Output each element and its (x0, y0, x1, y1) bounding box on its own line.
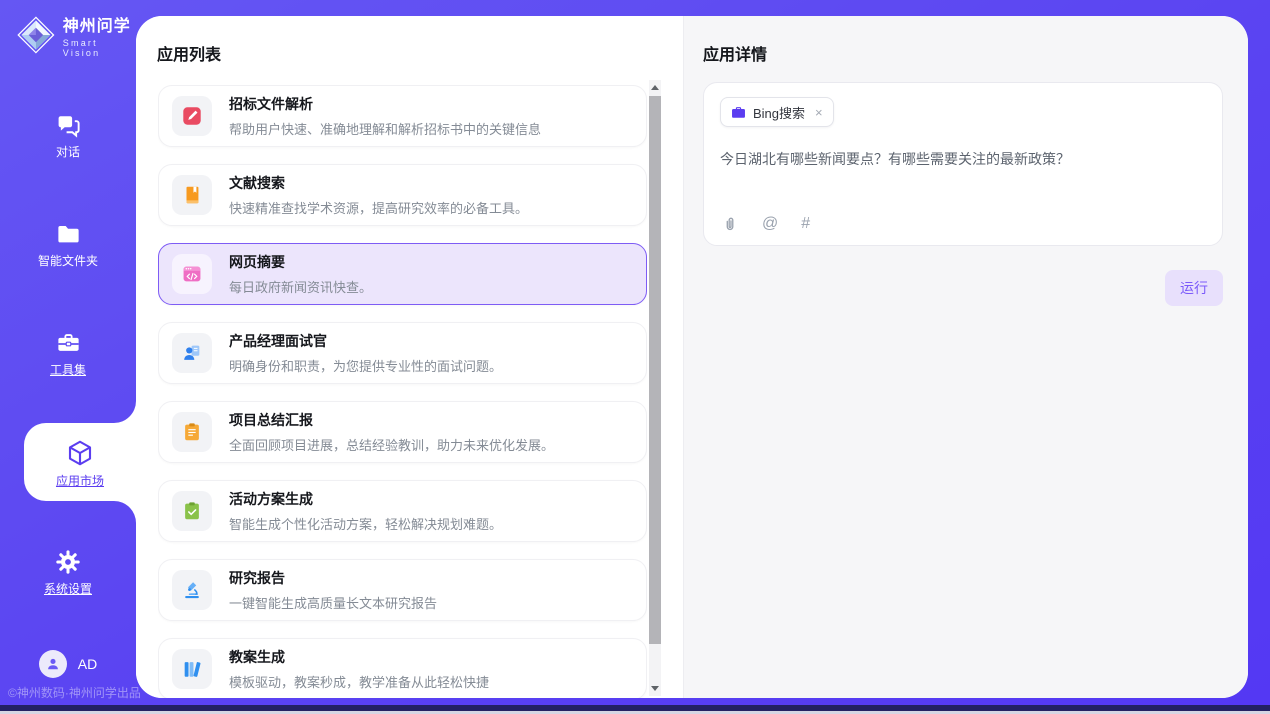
brand-name: 神州问学 (63, 12, 136, 36)
app-card-desc: 明确身份和职责，为您提供专业性的面试问题。 (229, 356, 502, 375)
app-card-title: 研究报告 (229, 568, 437, 588)
app-card-event-plan[interactable]: 活动方案生成 智能生成个性化活动方案，轻松解决规划难题。 (158, 480, 647, 542)
app-card-title: 招标文件解析 (229, 94, 541, 114)
tool-chip-label: Bing搜索 (753, 103, 805, 122)
app-card-list: 招标文件解析 帮助用户快速、准确地理解和解析招标书中的关键信息 文献搜索 (158, 85, 647, 698)
clipboard-icon (181, 421, 203, 443)
app-card-literature-search[interactable]: 文献搜索 快速精准查找学术资源，提高研究效率的必备工具。 (158, 164, 647, 226)
brand-logo: 神州问学 Smart Vision (0, 0, 136, 58)
user-initials: AD (78, 656, 97, 672)
sidebar-item-settings[interactable]: 系统设置 (0, 546, 136, 596)
app-card-research-report[interactable]: 研究报告 一键智能生成高质量长文本研究报告 (158, 559, 647, 621)
prompt-card[interactable]: Bing搜索 × 今日湖北有哪些新闻要点？有哪些需要关注的最新政策？ @ # (703, 82, 1223, 246)
cube-icon (65, 438, 95, 468)
folder-icon (55, 221, 82, 248)
brand-subtitle: Smart Vision (63, 38, 136, 58)
toolbox-icon (55, 330, 82, 357)
books-icon (181, 658, 203, 680)
copyright-text: ©神州数码·神州问学出品 (8, 684, 141, 701)
user-profile[interactable]: AD (0, 650, 136, 678)
app-detail-title: 应用详情 (703, 41, 1248, 65)
app-detail-panel: 应用详情 Bing搜索 × 今日湖北有哪些新闻要点？有哪些需要关注的最新政策？ … (683, 16, 1248, 698)
app-card-title: 网页摘要 (229, 252, 372, 272)
briefcase-icon (731, 105, 746, 120)
sidebar-item-label: 应用市场 (56, 475, 104, 487)
app-card-title: 活动方案生成 (229, 489, 502, 509)
avatar (39, 650, 67, 678)
chip-close-icon[interactable]: × (815, 105, 823, 120)
mention-icon[interactable]: @ (762, 216, 778, 232)
prompt-toolbar: @ # (722, 215, 810, 232)
app-card-desc: 智能生成个性化活动方案，轻松解决规划难题。 (229, 514, 502, 533)
app-card-desc: 一键智能生成高质量长文本研究报告 (229, 593, 437, 612)
sidebar-nav: 对话 智能文件夹 工具集 (0, 110, 136, 596)
run-button[interactable]: 运行 (1165, 270, 1223, 306)
paperclip-icon[interactable] (722, 215, 739, 232)
app-list-panel: 应用列表 招标文件解析 帮助用户快速、准确地理解和解析招标书中的关键信息 (136, 16, 683, 698)
tool-chip-bing-search[interactable]: Bing搜索 × (720, 97, 834, 127)
app-card-web-summary[interactable]: 网页摘要 每日政府新闻资讯快查。 (158, 243, 647, 305)
sidebar-item-label: 智能文件夹 (38, 255, 98, 267)
clipboard-check-icon (181, 500, 203, 522)
app-card-project-summary[interactable]: 项目总结汇报 全面回顾项目进展，总结经验教训，助力未来优化发展。 (158, 401, 647, 463)
app-list-title: 应用列表 (157, 41, 683, 65)
tab-curve-bottom (114, 501, 136, 523)
tab-curve-top (114, 401, 136, 423)
browser-code-icon (181, 263, 203, 285)
sidebar: 神州问学 Smart Vision 对话 智能文件夹 (0, 0, 136, 714)
scroll-down-button[interactable] (649, 681, 661, 696)
sidebar-item-label: 对话 (56, 146, 80, 158)
scrollbar-thumb[interactable] (649, 96, 661, 644)
app-card-title: 文献搜索 (229, 173, 528, 193)
hash-icon[interactable]: # (801, 216, 810, 232)
person-icon (44, 655, 62, 673)
sidebar-item-chat[interactable]: 对话 (0, 110, 136, 160)
prompt-text[interactable]: 今日湖北有哪些新闻要点？有哪些需要关注的最新政策？ (720, 149, 1206, 170)
app-card-desc: 帮助用户快速、准确地理解和解析招标书中的关键信息 (229, 119, 541, 138)
book-icon (181, 184, 203, 206)
brand-diamond-icon (16, 14, 56, 56)
app-card-title: 教案生成 (229, 647, 489, 667)
sidebar-item-label: 工具集 (50, 364, 86, 376)
sidebar-item-toolset[interactable]: 工具集 (0, 328, 136, 378)
microscope-icon (181, 579, 203, 601)
app-card-title: 产品经理面试官 (229, 331, 502, 351)
app-card-desc: 快速精准查找学术资源，提高研究效率的必备工具。 (229, 198, 528, 217)
app-card-bid-parse[interactable]: 招标文件解析 帮助用户快速、准确地理解和解析招标书中的关键信息 (158, 85, 647, 147)
interviewer-icon (181, 342, 203, 364)
main-content: 应用列表 招标文件解析 帮助用户快速、准确地理解和解析招标书中的关键信息 (136, 16, 1248, 698)
gear-icon (54, 548, 82, 576)
app-card-desc: 模板驱动，教案秒成，教学准备从此轻松快捷 (229, 672, 489, 691)
app-card-lesson-plan[interactable]: 教案生成 模板驱动，教案秒成，教学准备从此轻松快捷 (158, 638, 647, 698)
triangle-up-icon (651, 85, 659, 90)
doc-edit-icon (181, 105, 203, 127)
scrollbar[interactable] (649, 80, 661, 696)
chat-icon (55, 112, 82, 139)
app-card-desc: 全面回顾项目进展，总结经验教训，助力未来优化发展。 (229, 435, 554, 454)
sidebar-item-label: 系统设置 (44, 583, 92, 595)
sidebar-item-smart-folder[interactable]: 智能文件夹 (0, 219, 136, 269)
triangle-down-icon (651, 686, 659, 691)
app-window: 神州问学 Smart Vision 对话 智能文件夹 (0, 0, 1270, 714)
run-row: 运行 (703, 270, 1223, 306)
scroll-up-button[interactable] (649, 80, 661, 95)
app-card-desc: 每日政府新闻资讯快查。 (229, 277, 372, 296)
app-card-title: 项目总结汇报 (229, 410, 554, 430)
app-card-pm-interviewer[interactable]: 产品经理面试官 明确身份和职责，为您提供专业性的面试问题。 (158, 322, 647, 384)
sidebar-item-app-market[interactable]: 应用市场 (24, 423, 136, 501)
